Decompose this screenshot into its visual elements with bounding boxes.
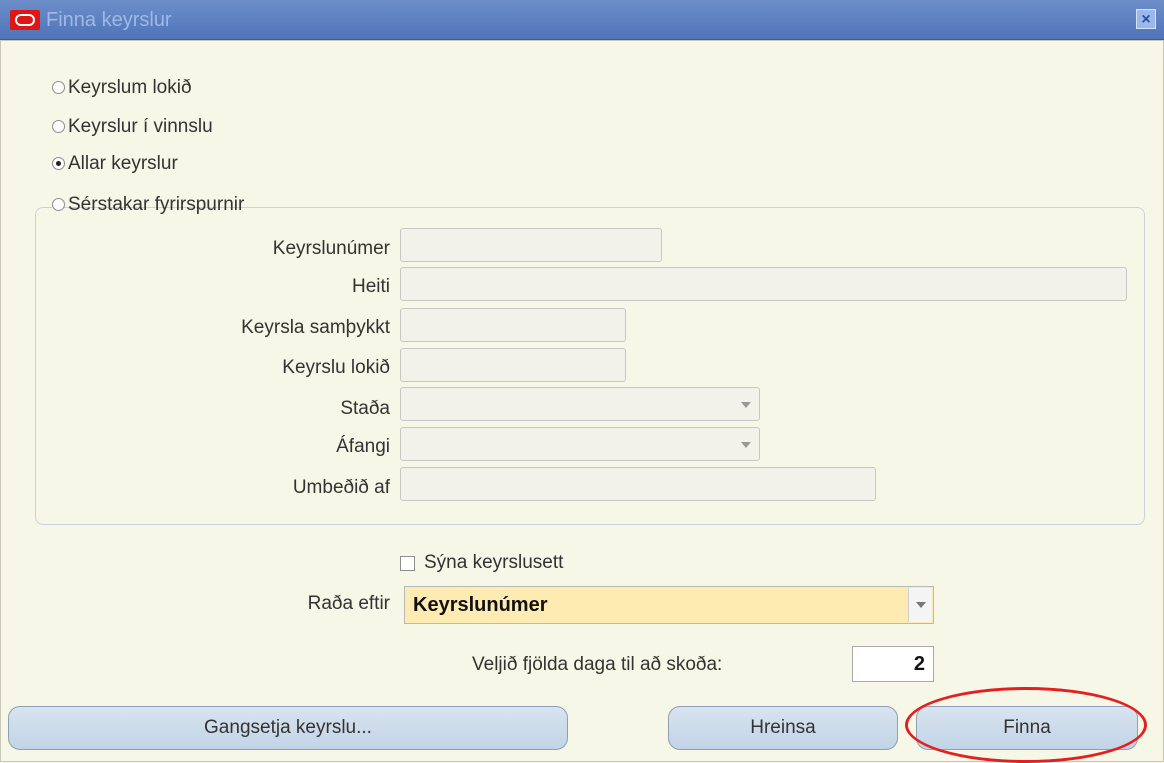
radio-specific-label: Sérstakar fyrirspurnir [68, 194, 245, 215]
submitted-field[interactable] [400, 308, 626, 342]
radio-all-label: Allar keyrslur [68, 153, 178, 174]
days-field[interactable]: 2 [852, 646, 934, 682]
clear-button[interactable]: Hreinsa [668, 706, 898, 750]
chevron-down-icon[interactable] [741, 402, 751, 408]
request-id-label: Keyrslunúmer [272, 238, 390, 259]
submitted-label: Keyrsla samþykkt [241, 317, 390, 338]
status-dropdown[interactable] [400, 387, 760, 421]
phase-dropdown[interactable] [400, 427, 760, 461]
radio-all-button[interactable] [52, 157, 65, 170]
close-icon[interactable]: × [1136, 9, 1156, 29]
find-button[interactable]: Finna [916, 706, 1138, 750]
completed-field[interactable] [400, 348, 626, 382]
request-id-field[interactable] [400, 228, 662, 262]
window-title: Finna keyrslur [46, 9, 172, 31]
chevron-down-icon[interactable] [908, 588, 932, 622]
radio-in-progress-button[interactable] [52, 120, 65, 133]
status-label: Staða [340, 398, 390, 419]
window-titlebar: Finna keyrslur × [0, 0, 1164, 40]
completed-input[interactable] [401, 349, 625, 381]
name-field[interactable] [400, 267, 1127, 301]
sort-label: Raða eftir [307, 593, 390, 614]
radio-specific[interactable]: Sérstakar fyrirspurnir [52, 194, 244, 220]
submit-request-button[interactable]: Gangsetja keyrslu... [8, 706, 568, 750]
days-label: Veljið fjölda daga til að skoða: [472, 654, 723, 675]
radio-in-progress-label: Keyrslur í vinnslu [68, 116, 213, 137]
radio-completed-button[interactable] [52, 81, 65, 94]
requestor-input[interactable] [401, 468, 875, 500]
phase-label: Áfangi [336, 436, 390, 457]
name-input[interactable] [401, 268, 1126, 300]
days-value: 2 [913, 653, 925, 675]
sort-select[interactable]: Keyrslunúmer [404, 586, 934, 624]
show-sets-label: Sýna keyrslusett [424, 552, 564, 573]
requestor-field[interactable] [400, 467, 876, 501]
sort-value: Keyrslunúmer [413, 594, 548, 616]
name-label: Heiti [351, 276, 390, 297]
show-sets-checkbox[interactable] [400, 556, 415, 571]
request-id-input[interactable] [401, 229, 661, 261]
radio-specific-button[interactable] [52, 198, 65, 211]
requestor-label: Umbeðið af [292, 477, 390, 498]
oracle-logo-icon [10, 10, 40, 30]
completed-label: Keyrslu lokið [282, 357, 390, 378]
submitted-input[interactable] [401, 309, 625, 341]
chevron-down-icon[interactable] [741, 442, 751, 448]
radio-completed-label: Keyrslum lokið [68, 77, 192, 98]
